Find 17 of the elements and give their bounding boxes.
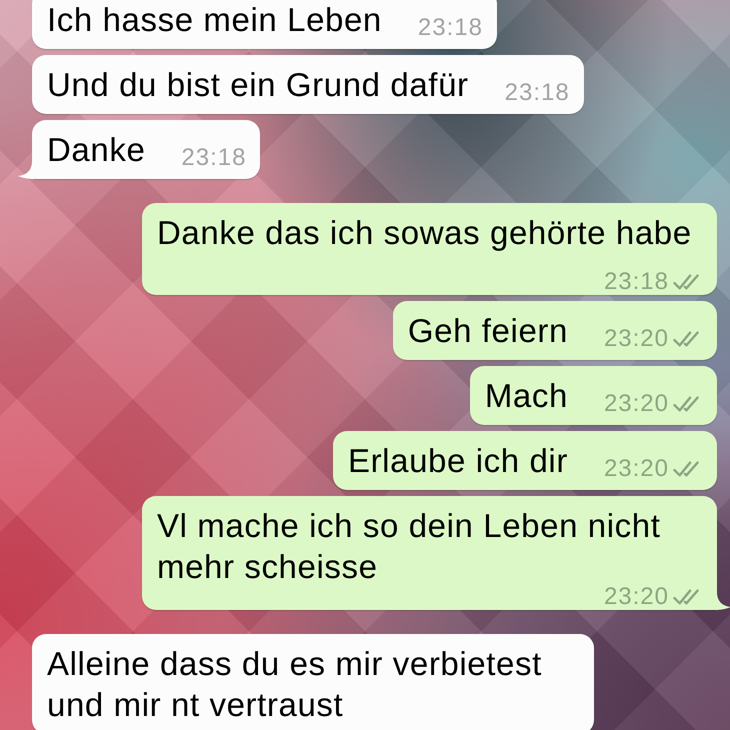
message-time: 23:20 (604, 392, 669, 416)
message-text: Und du bist ein Grund dafür (47, 66, 469, 103)
message-time: 23:20 (604, 327, 669, 351)
message-time: 23:18 (504, 81, 570, 105)
message-text: Danke (47, 131, 146, 168)
message-text: Ich hasse mein Leben (47, 1, 382, 38)
message-time: 23:18 (418, 16, 483, 40)
message-text: Mach (484, 377, 568, 414)
message-text: Vl mache ich so dein Leben nicht mehr scheisse (157, 507, 661, 585)
message-time: 23:18 (181, 146, 246, 170)
message-text: Alleine dass du es mir verbietest und mir nt vertraust (47, 645, 542, 723)
message-text: Geh feiern (408, 312, 568, 349)
message-time: 23:18 (604, 270, 669, 294)
message-time: 23:20 (604, 585, 669, 609)
message-text: Erlaube ich dir (348, 442, 568, 479)
message-text: Danke das ich sowas gehörte habe (157, 214, 692, 251)
message-time: 23:20 (604, 457, 669, 481)
